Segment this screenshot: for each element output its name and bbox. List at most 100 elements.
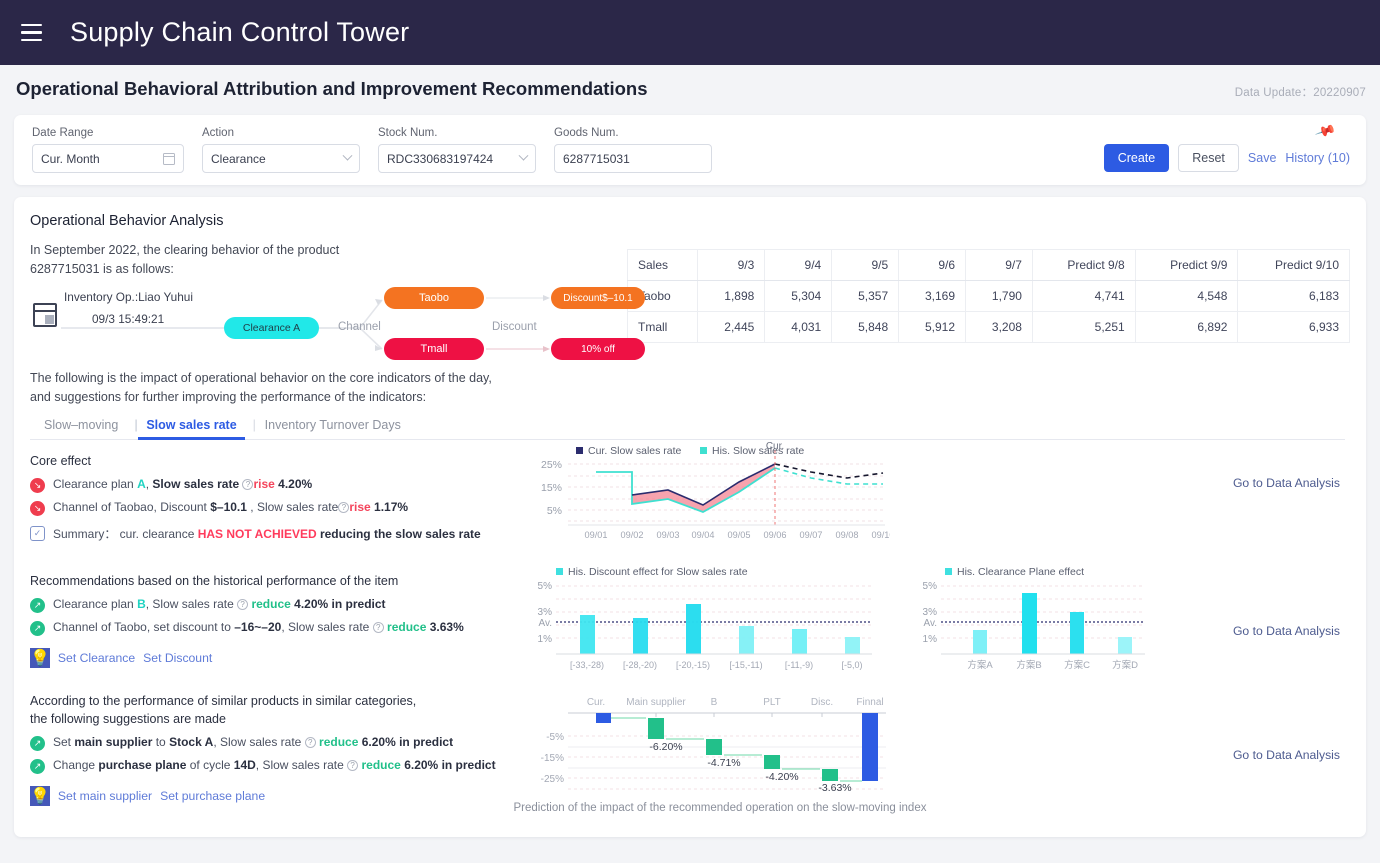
cell: 5,848: [832, 312, 899, 343]
legend-swatch: [945, 568, 952, 575]
ytick-average: Av.: [538, 618, 552, 629]
arrow-up-circle-icon: ↗: [30, 621, 45, 636]
text: Set: [53, 735, 74, 749]
cell: 6,892: [1135, 312, 1238, 343]
bar: [686, 604, 701, 654]
tab-slow-moving[interactable]: Slow–moving: [30, 418, 132, 439]
set-main-supplier-link[interactable]: Set main supplier: [58, 789, 152, 803]
set-clearance-link[interactable]: Set Clearance: [58, 651, 135, 665]
text: , Slow sales rate: [213, 735, 304, 749]
legend-label-his: His. Slow sales rate: [712, 445, 804, 457]
plan: B: [137, 597, 146, 611]
th-9-6: 9/6: [899, 250, 966, 281]
help-icon[interactable]: ?: [338, 502, 349, 513]
set-purchase-plane-link[interactable]: Set purchase plane: [160, 789, 265, 803]
stock-num-select[interactable]: RDC330683197424: [378, 144, 536, 173]
core-effect-text-2: Channel of Taobao, Discount $–10.1 , Slo…: [53, 500, 408, 514]
similar-text-1: Set main supplier to Stock A, Slow sales…: [53, 735, 453, 749]
xtick: [-15,-11): [729, 660, 762, 670]
help-icon[interactable]: ?: [347, 760, 358, 771]
y-axis-ticks: 5% 3% Av. 1%: [538, 581, 553, 645]
legend-label: His. Discount effect for Slow sales rate: [568, 566, 748, 578]
value: 4.20% in predict: [294, 597, 385, 611]
top-bar: Supply Chain Control Tower: [0, 0, 1380, 65]
y-axis-ticks: -5% -15% -25%: [541, 732, 564, 785]
flow-node-discount-tmall[interactable]: 10% off: [551, 338, 645, 360]
ytick: 25%: [541, 459, 562, 471]
set-discount-link[interactable]: Set Discount: [143, 651, 212, 665]
direction: rise: [349, 500, 370, 514]
hamburger-icon[interactable]: [14, 16, 48, 50]
filter-action: Action Clearance: [202, 127, 360, 173]
arrow-down-circle-icon: ↘: [30, 501, 45, 516]
recommendation-text-1: Clearance plan B, Slow sales rate ? redu…: [53, 597, 386, 611]
legend: His. Discount effect for Slow sales rate: [556, 566, 748, 578]
bar-finnal: [862, 713, 878, 781]
field-label: Stock Num.: [378, 127, 536, 139]
filter-bar: 📌 Date Range Cur. Month Action Clearance…: [14, 115, 1366, 185]
ytick: 5%: [538, 581, 553, 592]
table-header-row: Sales 9/3 9/4 9/5 9/6 9/7 Predict 9/8 Pr…: [628, 250, 1350, 281]
waterfall-chart-svg: Cur. Main supplier B PLT Disc. Finnal -5…: [534, 692, 894, 802]
indicator-tabs: Slow–moving |Slow sales rate |Inventory …: [30, 413, 1345, 440]
direction: rise: [253, 477, 274, 491]
bar: [1070, 612, 1084, 654]
help-icon[interactable]: ?: [242, 479, 253, 490]
th-9-7: 9/7: [966, 250, 1033, 281]
reset-button[interactable]: Reset: [1178, 144, 1239, 172]
page-title: Operational Behavioral Attribution and I…: [16, 78, 648, 100]
goods-num-input[interactable]: 6287715031: [554, 144, 712, 173]
go-to-data-analysis-1[interactable]: Go to Data Analysis: [1233, 476, 1340, 490]
flow-node-tmall[interactable]: Tmall: [384, 338, 484, 360]
chart-slow-moving-index-prediction: Cur. Main supplier B PLT Disc. Finnal -5…: [534, 692, 894, 807]
insights-column: Core effect ↘ Clearance plan A, Slow sal…: [30, 454, 520, 806]
direction: reduce: [387, 620, 426, 634]
cell: 6,183: [1238, 281, 1350, 312]
cell: 4,741: [1032, 281, 1135, 312]
flow-node-clearance[interactable]: Clearance A: [224, 317, 319, 339]
history-link[interactable]: History (10): [1285, 151, 1350, 165]
core-effect-item-1: ↘ Clearance plan A, Slow sales rate ?ris…: [30, 477, 520, 493]
help-icon[interactable]: ?: [305, 737, 316, 748]
date-range-input[interactable]: Cur. Month: [32, 144, 184, 173]
clipboard-icon: ✓: [30, 526, 45, 541]
recommendations-title: Recommendations based on the historical …: [30, 574, 520, 588]
app-title: Supply Chain Control Tower: [70, 17, 409, 48]
go-to-data-analysis-3[interactable]: Go to Data Analysis: [1233, 748, 1340, 762]
th-predict-9-9: Predict 9/9: [1135, 250, 1238, 281]
cell: 5,251: [1032, 312, 1135, 343]
legend-swatch-cur: [576, 447, 583, 454]
xtick: 方案B: [1016, 659, 1041, 671]
help-icon[interactable]: ?: [373, 622, 384, 633]
chevron-down-icon: [519, 151, 529, 161]
xtick: 09/01: [585, 530, 608, 540]
legend: Cur. Slow sales rate His. Slow sales rat…: [576, 445, 804, 457]
tab-inventory-turnover-days[interactable]: |Inventory Turnover Days: [251, 418, 415, 439]
go-to-data-analysis-2[interactable]: Go to Data Analysis: [1233, 624, 1340, 638]
ytick: 5%: [547, 505, 562, 517]
action-select[interactable]: Clearance: [202, 144, 360, 173]
x-axis-ticks: 方案A 方案B 方案C 方案D: [967, 659, 1138, 671]
xtick: PLT: [763, 697, 781, 708]
core-effect-summary: ✓ Summary： cur. clearance HAS NOT ACHIEV…: [30, 525, 520, 542]
flow-node-taobo[interactable]: Taobo: [384, 287, 484, 309]
bars: [973, 593, 1132, 654]
ytick: 15%: [541, 482, 562, 494]
tab-slow-sales-rate[interactable]: |Slow sales rate: [132, 418, 250, 439]
flow-operator: Inventory Op.:Liao Yuhui: [64, 290, 193, 304]
cell: 3,169: [899, 281, 966, 312]
th-sales: Sales: [628, 250, 698, 281]
text: , Slow sales rate: [281, 620, 372, 634]
ytick-average: Av.: [923, 618, 937, 629]
charts-column: 25% 15% 5%: [520, 454, 1350, 806]
bar: [792, 629, 807, 654]
save-link[interactable]: Save: [1248, 151, 1277, 165]
ytick: -25%: [541, 774, 564, 785]
strong: 14D: [234, 758, 256, 772]
value-label: -3.63%: [818, 782, 851, 794]
help-icon[interactable]: ?: [237, 599, 248, 610]
create-button[interactable]: Create: [1104, 144, 1170, 172]
th-9-5: 9/5: [832, 250, 899, 281]
flow-node-discount-taobo[interactable]: Discount$–10.1: [551, 287, 645, 309]
xtick: [-33,-28): [570, 660, 604, 670]
